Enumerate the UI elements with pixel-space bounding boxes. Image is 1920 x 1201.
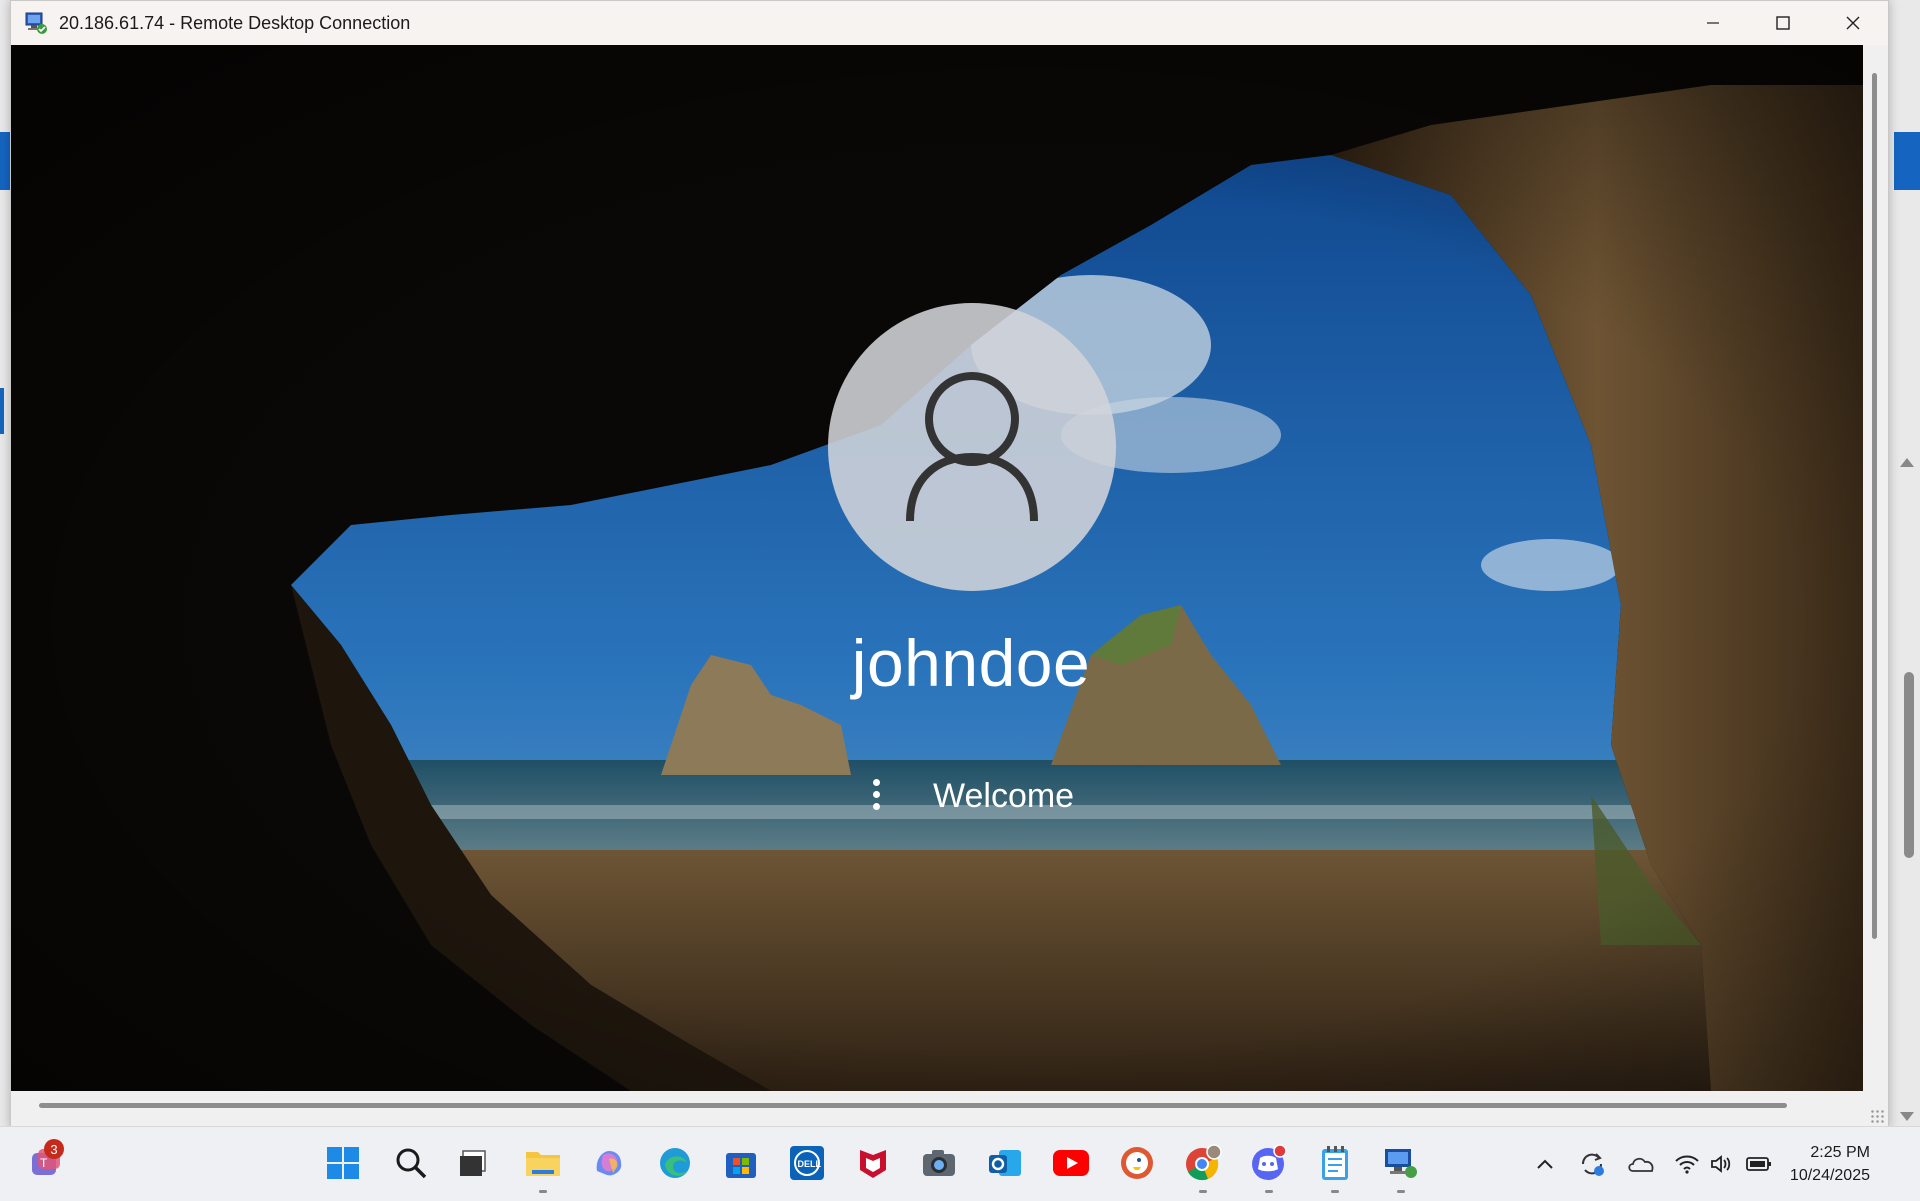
vertical-scrollbar[interactable]: [1864, 45, 1888, 1091]
battery-icon: [1746, 1157, 1771, 1171]
edge-icon: [660, 1148, 690, 1178]
vertical-scrollbar-thumb[interactable]: [1872, 73, 1877, 939]
host-scroll-up-icon[interactable]: [1900, 458, 1914, 467]
notification-badge: 3: [44, 1139, 64, 1159]
running-indicator: [1199, 1190, 1207, 1193]
start-button[interactable]: [319, 1139, 367, 1187]
folder-icon: [526, 1152, 560, 1176]
search-button[interactable]: [387, 1139, 435, 1187]
dell-icon: DELL: [790, 1146, 824, 1180]
sync-icon: [1581, 1153, 1604, 1176]
notepad-icon: [1322, 1146, 1348, 1180]
show-hidden-icons-button[interactable]: [1528, 1147, 1562, 1181]
wifi-button[interactable]: [1670, 1147, 1704, 1181]
host-scroll-down-icon[interactable]: [1900, 1112, 1914, 1121]
wifi-icon: [1675, 1155, 1699, 1174]
discord-icon: [1252, 1144, 1287, 1180]
window-controls: [1678, 1, 1888, 45]
dell-button[interactable]: DELL: [783, 1139, 831, 1187]
loading-spinner-icon: [869, 778, 883, 815]
chrome-button[interactable]: [1179, 1139, 1227, 1193]
onedrive-icon: [1628, 1157, 1654, 1172]
youtube-icon: [1053, 1150, 1089, 1176]
search-icon: [396, 1148, 427, 1179]
youtube-button[interactable]: [1047, 1139, 1095, 1187]
store-icon: [726, 1153, 756, 1178]
chrome-icon: [1186, 1144, 1222, 1181]
username-label: johndoe: [851, 626, 1091, 700]
remote-desktop-button[interactable]: [1377, 1139, 1425, 1193]
volume-button[interactable]: [1704, 1147, 1738, 1181]
svg-text:T: T: [40, 1156, 48, 1170]
window-title: 20.186.61.74 - Remote Desktop Connection: [59, 12, 411, 33]
notepad-button[interactable]: [1311, 1139, 1359, 1193]
discord-button[interactable]: [1245, 1139, 1293, 1193]
remote-lock-screen[interactable]: johndoe Welcome: [11, 45, 1863, 1091]
onedrive-button[interactable]: [1624, 1147, 1658, 1181]
task-view-icon: [460, 1150, 486, 1176]
camera-button[interactable]: [915, 1139, 963, 1187]
host-window-accent-left: [0, 132, 10, 190]
mcafee-icon: [860, 1150, 886, 1178]
windows-start-icon: [327, 1147, 359, 1179]
host-window-accent-left-2: [0, 388, 4, 434]
clock[interactable]: 2:25 PM 10/24/2025: [1790, 1141, 1870, 1187]
outlook-button[interactable]: [981, 1139, 1029, 1187]
remote-desktop-window: 20.186.61.74 - Remote Desktop Connection: [10, 0, 1889, 1129]
battery-button[interactable]: [1742, 1147, 1776, 1181]
minimize-button[interactable]: [1678, 1, 1748, 45]
clock-time: 2:25 PM: [1810, 1144, 1870, 1161]
running-indicator: [539, 1190, 547, 1193]
duckduckgo-button[interactable]: [1113, 1139, 1161, 1187]
maximize-icon: [1776, 16, 1790, 30]
taskbar: T 3 DELL 2:25 PM 10/24/2025: [0, 1126, 1920, 1201]
outlook-icon: [989, 1150, 1021, 1176]
user-avatar: [828, 303, 1116, 591]
horizontal-scrollbar[interactable]: [11, 1091, 1888, 1127]
maximize-button[interactable]: [1748, 1, 1818, 45]
edge-button[interactable]: [651, 1139, 699, 1187]
svg-text:DELL: DELL: [798, 1159, 822, 1169]
chevron-up-icon: [1537, 1159, 1553, 1169]
welcome-text: Welcome: [933, 777, 1075, 815]
host-window-accent-right: [1894, 132, 1920, 190]
mcafee-button[interactable]: [849, 1139, 897, 1187]
close-button[interactable]: [1818, 1, 1888, 45]
running-indicator: [1331, 1190, 1339, 1193]
remote-desktop-icon: [23, 10, 49, 36]
host-scrollbar-thumb[interactable]: [1904, 672, 1914, 858]
store-button[interactable]: [717, 1139, 765, 1187]
copilot-button[interactable]: [585, 1139, 633, 1187]
resize-grip[interactable]: [1870, 1109, 1884, 1123]
remote-desktop-icon: [1385, 1149, 1417, 1178]
file-explorer-button[interactable]: [519, 1139, 567, 1193]
duckduckgo-icon: [1121, 1147, 1153, 1179]
sync-button[interactable]: [1575, 1147, 1609, 1181]
teams-button[interactable]: T 3: [22, 1139, 70, 1187]
clock-date: 10/24/2025: [1789, 1167, 1870, 1184]
running-indicator: [1265, 1190, 1273, 1193]
signin-status: Welcome: [869, 777, 1074, 816]
horizontal-scrollbar-thumb[interactable]: [39, 1103, 1787, 1108]
camera-icon: [923, 1150, 955, 1176]
volume-icon: [1711, 1155, 1731, 1173]
task-view-button[interactable]: [449, 1139, 497, 1187]
title-bar[interactable]: 20.186.61.74 - Remote Desktop Connection: [11, 1, 1888, 45]
user-icon: [906, 372, 1038, 522]
minimize-icon: [1707, 22, 1719, 24]
copilot-icon: [596, 1151, 622, 1176]
close-icon: [1846, 16, 1860, 30]
running-indicator: [1397, 1190, 1405, 1193]
